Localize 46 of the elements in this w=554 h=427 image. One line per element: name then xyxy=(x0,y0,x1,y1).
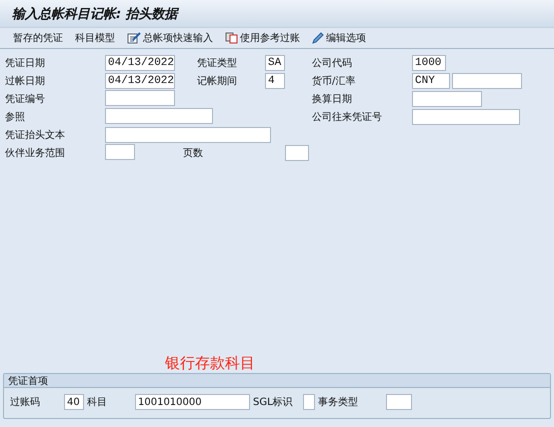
field-label: 凭证类型 xyxy=(197,56,238,70)
input-field[interactable] xyxy=(285,145,309,161)
field-label: 记帐期间 xyxy=(197,74,238,88)
field-label: 参照 xyxy=(5,110,26,124)
document-pen-icon xyxy=(127,32,141,44)
field-label: 过帐日期 xyxy=(5,74,46,88)
input-field[interactable]: 1000 xyxy=(412,55,446,71)
input-field[interactable] xyxy=(303,394,315,410)
toolbar-button[interactable]: 使用参考过账 xyxy=(220,31,305,45)
toolbar-button[interactable]: 暂存的凭证 xyxy=(8,31,68,45)
field-label: 页数 xyxy=(183,147,204,160)
field-label: SGL标识 xyxy=(252,396,294,409)
input-field[interactable] xyxy=(386,394,412,410)
copy-icon xyxy=(225,32,238,44)
annotation-text: 银行存款科目 xyxy=(164,354,256,373)
input-field[interactable]: 4 xyxy=(265,73,285,89)
panel-title: 凭证首项 xyxy=(8,374,48,388)
field-label: 过账码 xyxy=(10,396,41,409)
input-field[interactable]: SA xyxy=(265,55,285,71)
input-field[interactable] xyxy=(105,90,175,106)
input-field[interactable]: CNY xyxy=(412,73,450,89)
field-label: 货币/汇率 xyxy=(312,74,356,88)
input-field[interactable] xyxy=(105,127,271,143)
field-label: 伙伴业务范围 xyxy=(5,146,66,160)
toolbar-button[interactable]: 编辑选项 xyxy=(307,31,371,45)
field-label: 凭证抬头文本 xyxy=(5,128,66,142)
input-field[interactable] xyxy=(105,144,135,160)
field-label: 事务类型 xyxy=(317,396,359,409)
input-field[interactable] xyxy=(105,108,213,124)
toolbar-button[interactable]: 总帐项快速输入 xyxy=(122,31,218,45)
input-field[interactable] xyxy=(412,109,520,125)
input-field[interactable]: 04/13/2022 xyxy=(105,73,175,89)
toolbar-button[interactable]: 科目模型 xyxy=(70,31,120,45)
input-field[interactable]: 1001010000 xyxy=(135,394,250,410)
field-label: 换算日期 xyxy=(312,92,353,106)
field-label: 公司往来凭证号 xyxy=(312,110,383,124)
input-field[interactable] xyxy=(412,91,482,107)
field-label: 凭证编号 xyxy=(5,92,46,106)
window-title: 输入总帐科目记帐: 抬头数据 xyxy=(12,6,178,22)
pencil-icon xyxy=(312,32,324,44)
field-label: 科目 xyxy=(86,396,108,409)
field-label: 公司代码 xyxy=(312,57,353,70)
input-field[interactable] xyxy=(452,73,522,89)
input-field[interactable]: 40 xyxy=(64,394,84,410)
field-label: 凭证日期 xyxy=(5,56,46,70)
input-field[interactable]: 04/13/2022 xyxy=(105,55,175,71)
